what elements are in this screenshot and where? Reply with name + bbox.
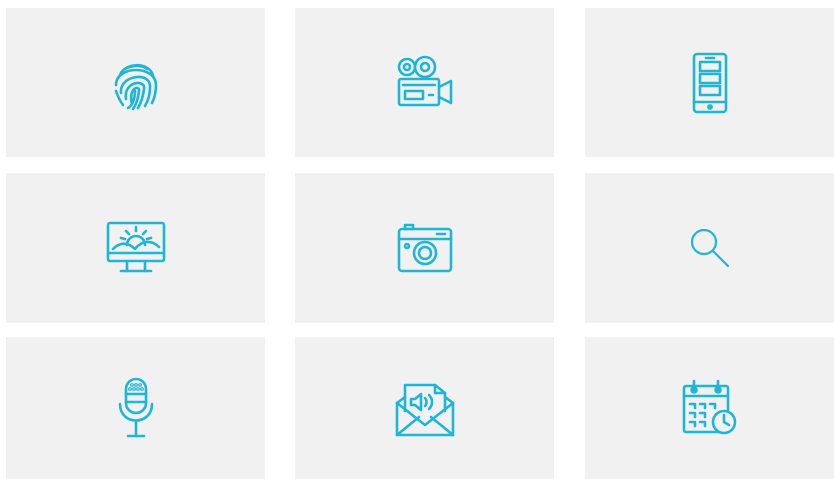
icon-grid — [0, 0, 834, 479]
monitor-tile[interactable] — [6, 173, 265, 323]
fingerprint-icon — [114, 63, 157, 110]
photo-camera-tile[interactable] — [295, 173, 554, 323]
video-camera-tile[interactable] — [295, 8, 554, 157]
video-camera-icon — [397, 55, 452, 106]
search-tile[interactable] — [585, 173, 834, 323]
mobile-phone-icon — [692, 52, 727, 113]
photo-camera-icon — [397, 223, 452, 273]
search-icon — [690, 228, 729, 268]
microphone-tile[interactable] — [6, 337, 265, 479]
microphone-icon — [118, 377, 153, 438]
fingerprint-tile[interactable] — [6, 8, 265, 157]
audio-message-tile[interactable] — [295, 337, 554, 479]
audio-message-envelope-icon — [395, 383, 454, 437]
calendar-tile[interactable] — [585, 337, 834, 479]
monitor-landscape-icon — [106, 221, 165, 273]
calendar-clock-icon — [682, 379, 736, 435]
mobile-phone-tile[interactable] — [585, 8, 834, 157]
